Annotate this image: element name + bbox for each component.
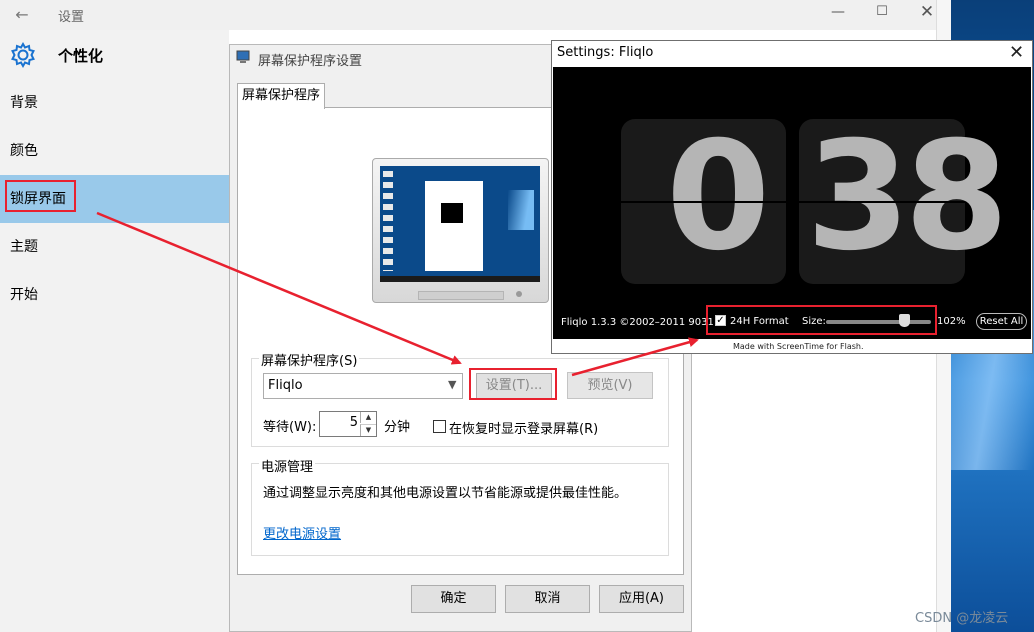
- sidebar-item-colors[interactable]: 颜色: [0, 127, 229, 175]
- close-icon[interactable]: ✕: [917, 2, 937, 24]
- watermark: CSDN @龙凌云: [915, 611, 1009, 626]
- sidebar-item-label: 主题: [10, 239, 38, 255]
- preview-desktop-icons: [383, 171, 393, 271]
- power-description: 通过调整显示亮度和其他电源设置以节省能源或提供最佳性能。: [263, 486, 628, 501]
- spin-up-icon[interactable]: ▲: [360, 412, 376, 423]
- gear-icon: [11, 41, 35, 69]
- preview-window-thumbnail: [425, 181, 483, 271]
- sidebar-item-label: 开始: [10, 287, 38, 303]
- apply-button[interactable]: 应用(A): [599, 585, 684, 613]
- wait-label: 等待(W):: [263, 420, 317, 435]
- minutes-label: 分钟: [384, 420, 411, 435]
- fliqlo-version-text: Fliqlo 1.3.3 ©2002–2011 9031: [561, 317, 714, 328]
- fliqlo-window-title: Settings: Fliqlo: [557, 45, 654, 60]
- screensaver-dialog-title: 屏幕保护程序设置: [258, 54, 363, 69]
- preview-windows-logo: [508, 190, 534, 230]
- minute-card-divider: [799, 201, 965, 203]
- settings-window-title: 设置: [58, 10, 85, 25]
- settings-titlebar: [0, 0, 950, 30]
- power-group-label: 电源管理: [259, 456, 316, 475]
- chevron-down-icon[interactable]: ▼: [448, 378, 456, 391]
- minimize-icon[interactable]: —: [828, 4, 848, 26]
- preview-taskbar: [380, 276, 540, 282]
- settings-button-highlight-box: [469, 368, 557, 400]
- tab-screensaver[interactable]: 屏幕保护程序: [237, 83, 325, 109]
- screensaver-select[interactable]: Fliqlo: [263, 373, 463, 399]
- close-icon[interactable]: ✕: [1009, 42, 1024, 63]
- format-size-highlight-box: [706, 305, 937, 335]
- sidebar-item-background[interactable]: 背景: [0, 79, 229, 127]
- change-power-settings-link[interactable]: 更改电源设置: [263, 523, 341, 542]
- sidebar-item-start[interactable]: 开始: [0, 271, 229, 319]
- sidebar-item-label: 背景: [10, 95, 38, 111]
- category-title: 个性化: [58, 47, 104, 65]
- hour-card-divider: [621, 201, 786, 203]
- lock-screen-highlight-box: [5, 180, 76, 212]
- power-management-group: [251, 463, 669, 556]
- minute-digits: 38: [806, 110, 1009, 284]
- size-percent: 102%: [937, 316, 966, 327]
- reset-all-button[interactable]: Reset All: [976, 313, 1027, 330]
- maximize-icon[interactable]: ☐: [872, 4, 892, 26]
- monitor-power-icon: [516, 291, 522, 297]
- resume-logon-label[interactable]: 在恢复时显示登录屏幕(R): [449, 418, 598, 437]
- sidebar-item-themes[interactable]: 主题: [0, 223, 229, 271]
- cancel-button[interactable]: 取消: [505, 585, 590, 613]
- wait-minutes-value[interactable]: 5: [340, 415, 358, 430]
- hour-digits: 0: [666, 110, 770, 284]
- back-arrow-icon[interactable]: ←: [10, 5, 34, 25]
- ok-button[interactable]: 确定: [411, 585, 496, 613]
- made-with-text: Made with ScreenTime for Flash.: [733, 342, 864, 351]
- resume-logon-checkbox[interactable]: [433, 420, 446, 433]
- sidebar-item-label: 颜色: [10, 143, 38, 159]
- monitor-icon: [236, 50, 250, 63]
- monitor-base: [418, 291, 504, 300]
- spin-down-icon[interactable]: ▼: [360, 424, 376, 436]
- preview-button[interactable]: 预览(V): [567, 372, 653, 399]
- screensaver-group-label: 屏幕保护程序(S): [259, 350, 360, 369]
